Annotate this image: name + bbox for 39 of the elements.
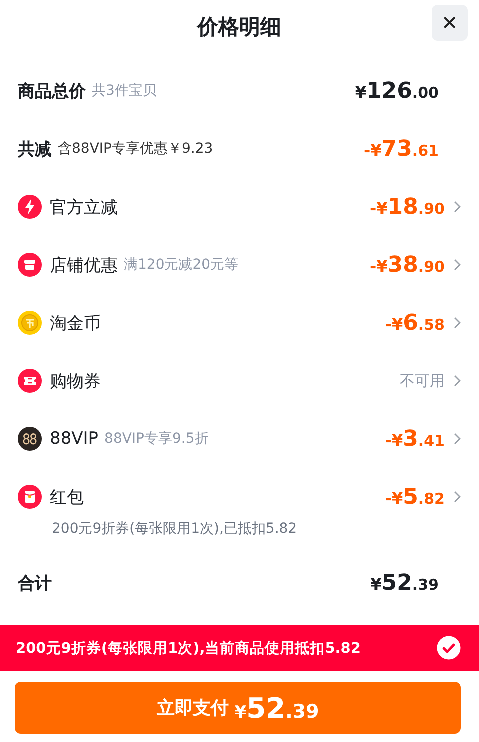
sheet-title: 价格明细 (198, 14, 282, 41)
row-note: 含88VIP专享优惠￥9.23 (58, 140, 214, 158)
row-label: 合计 (18, 572, 52, 594)
amount-text: -¥5.82 (385, 484, 445, 510)
envelope-icon (18, 485, 42, 509)
row-label: 共减 (18, 138, 52, 160)
amount-text: -¥6.58 (385, 310, 445, 336)
amount-text: ¥126.00 (355, 78, 439, 104)
ticket-icon (18, 369, 42, 393)
row-label: 商品总价 (18, 80, 86, 102)
chevron-right-icon[interactable] (453, 317, 461, 329)
row-label: 淘金币 (50, 312, 101, 334)
amount-text: -¥38.90 (370, 252, 445, 278)
row-label: 88VIP (50, 429, 99, 449)
chevron-right-icon[interactable] (453, 375, 461, 387)
shop-icon (18, 253, 42, 277)
lightning-icon (18, 195, 42, 219)
chevron-right-icon[interactable] (453, 201, 461, 213)
row-label: 购物券 (50, 370, 101, 392)
amount-text: -¥18.90 (370, 194, 445, 220)
chevron-right-icon[interactable] (453, 259, 461, 271)
row-note: 共3件宝贝 (92, 82, 157, 100)
close-button[interactable]: ✕ (432, 5, 468, 41)
row-label: 店铺优惠 (50, 254, 118, 276)
coin-icon (18, 311, 42, 335)
row-label: 官方立减 (50, 196, 118, 218)
checkbox[interactable] (437, 636, 461, 660)
status-text: 不可用 (400, 372, 445, 390)
chevron-right-icon[interactable] (453, 491, 461, 503)
amount-text: -¥73.61 (364, 136, 439, 162)
row-note: 88VIP专享9.5折 (104, 430, 209, 448)
row-detail: 200元9折券(每张限用1次),已抵扣5.82 (52, 520, 298, 538)
row-label: 红包 (50, 486, 84, 508)
chevron-right-icon[interactable] (453, 433, 461, 445)
amount-text: ¥52.39 (370, 570, 439, 596)
amount-text: -¥3.41 (385, 426, 445, 452)
banner-text: 200元9折券(每张限用1次),当前商品使用抵扣5.82 (16, 640, 361, 658)
vip-icon (18, 427, 42, 451)
row-note: 满120元减20元等 (124, 256, 239, 274)
